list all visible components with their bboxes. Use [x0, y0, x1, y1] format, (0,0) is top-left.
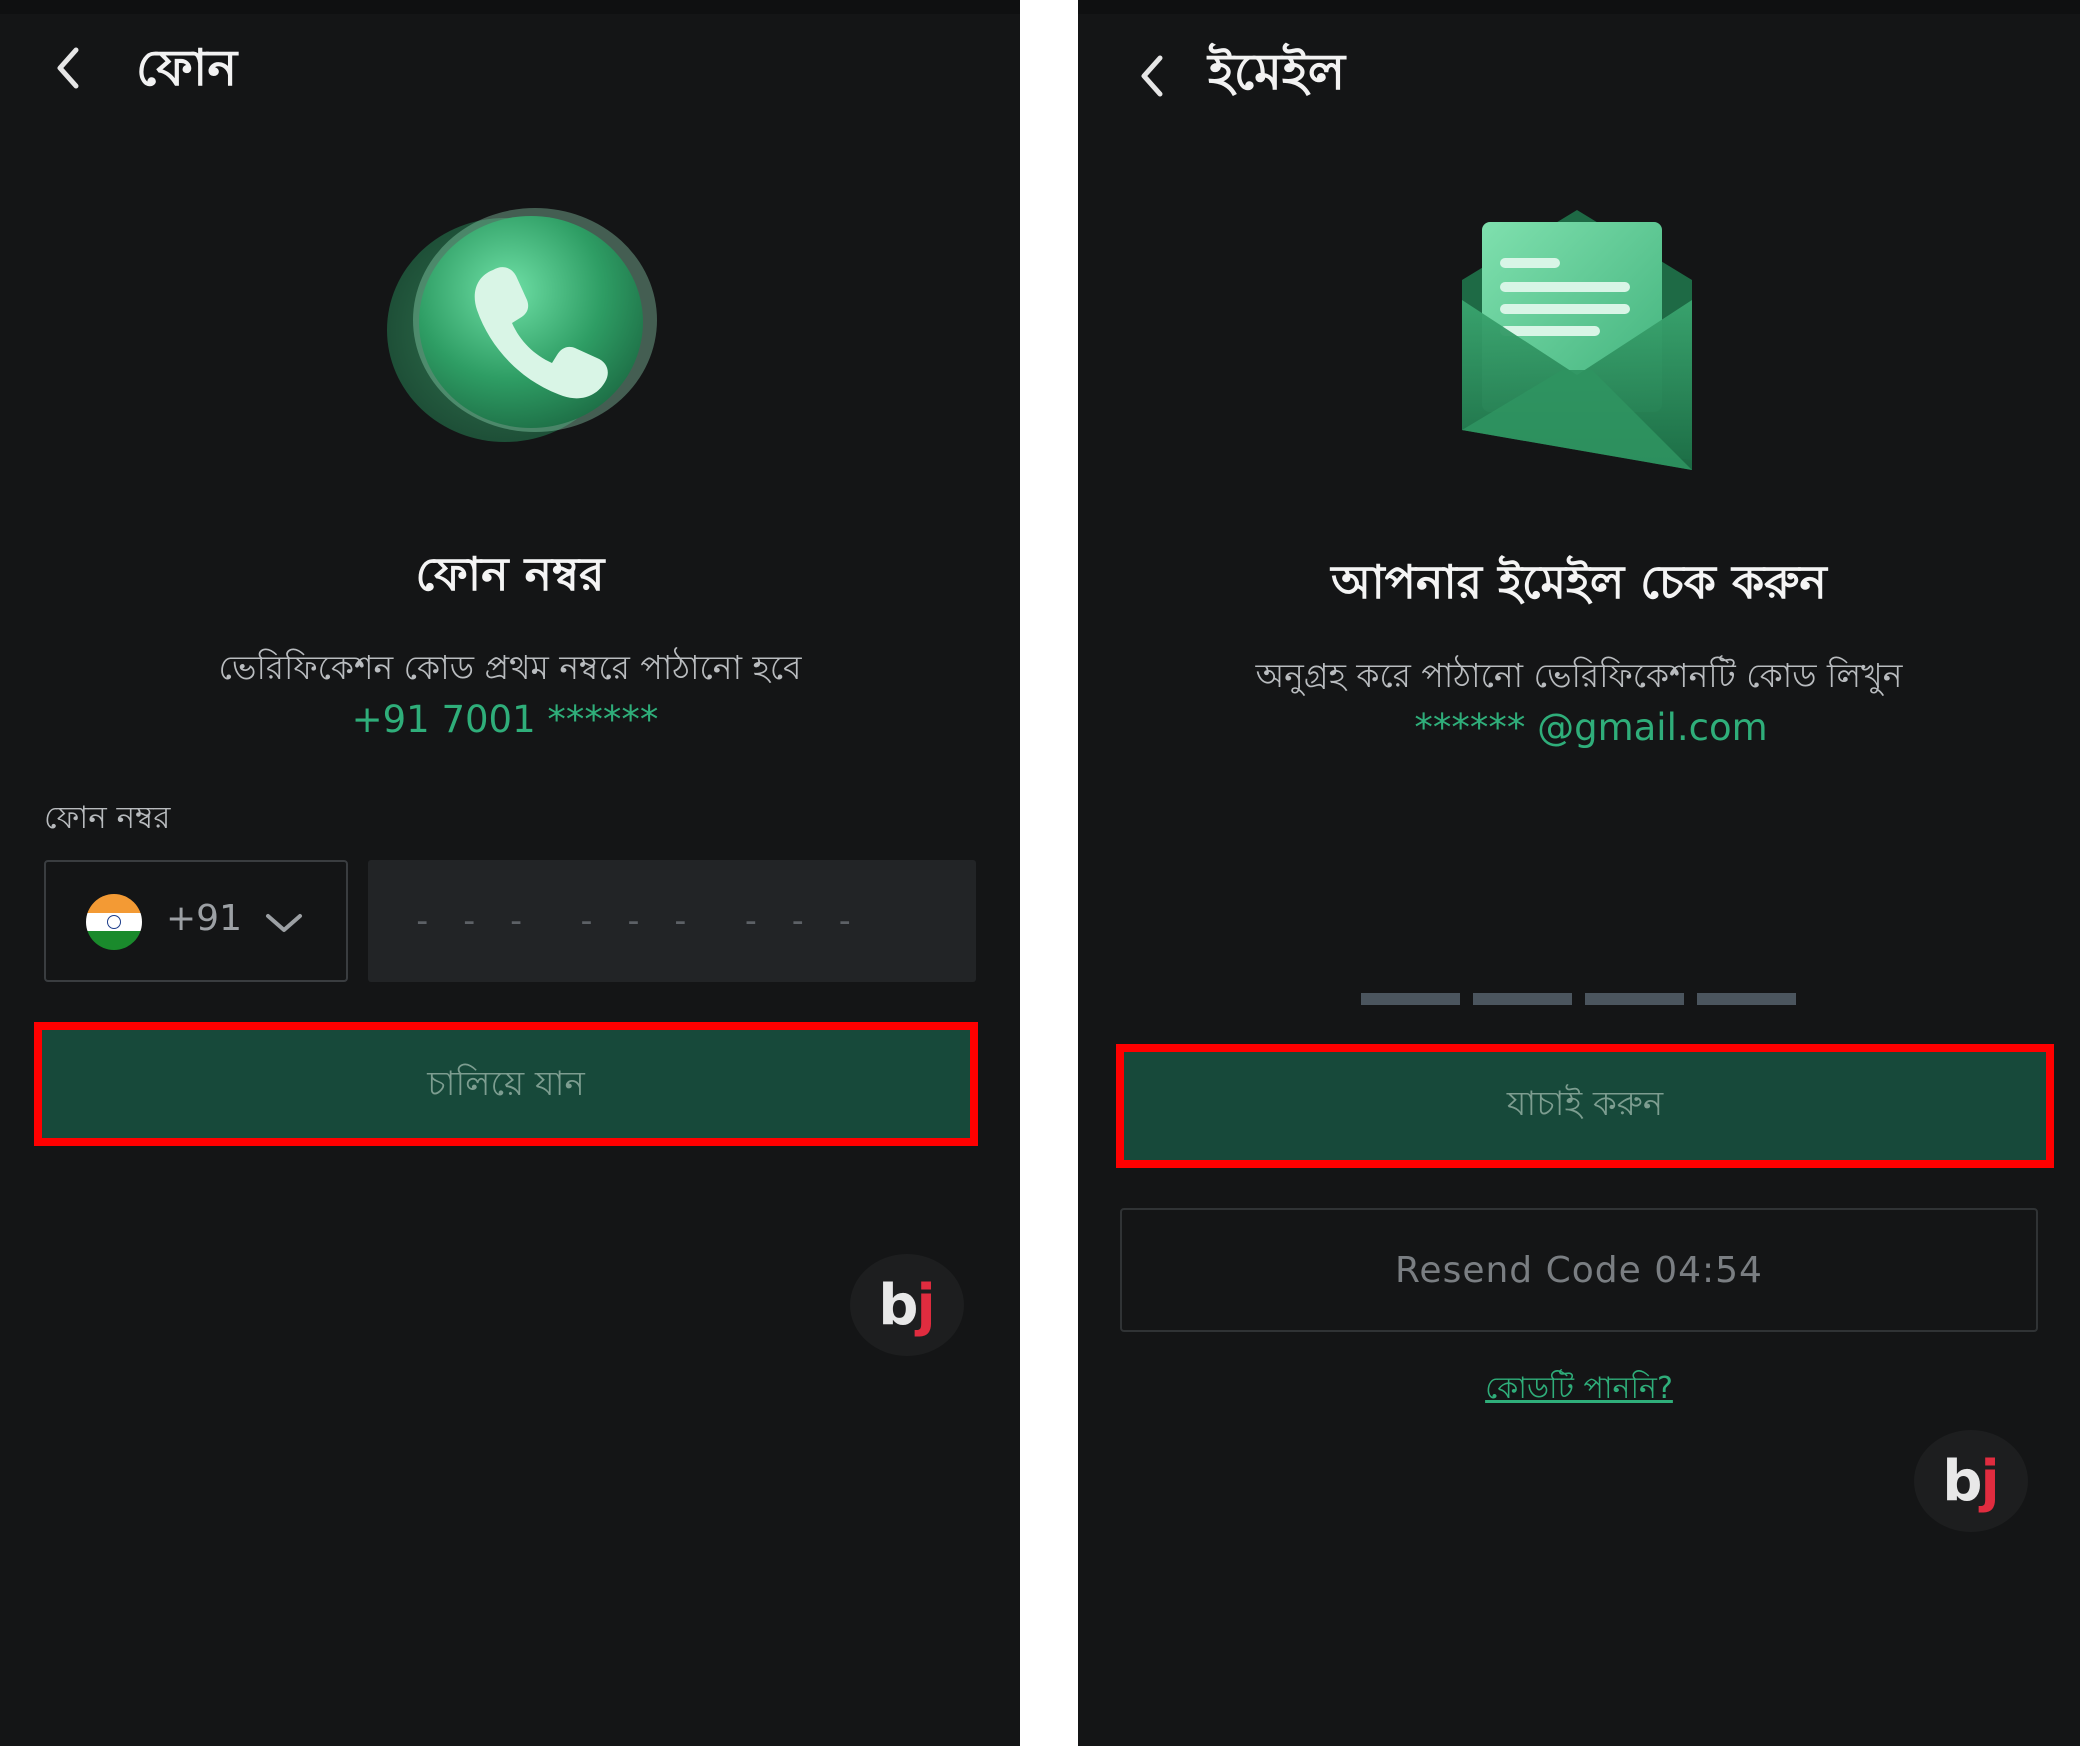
brand-logo[interactable]: bj — [850, 1254, 964, 1356]
masked-phone-number: +91 7001 ****** — [351, 698, 659, 741]
phone-number-input[interactable] — [368, 860, 976, 982]
status-strip — [1078, 0, 2080, 14]
masked-email: ****** @gmail.com — [1414, 706, 1768, 749]
country-code-select[interactable]: +91 — [44, 860, 348, 982]
otp-input-3[interactable] — [1585, 993, 1684, 1005]
back-button[interactable] — [1132, 46, 1172, 106]
chevron-left-icon — [1141, 55, 1163, 97]
chevron-down-icon — [266, 914, 302, 932]
continue-button[interactable]: চালিয়ে যান — [40, 1030, 972, 1142]
email-heading: আপনার ইমেইল চেক করুন — [1331, 555, 1827, 609]
resend-code-button[interactable]: Resend Code 04:54 — [1120, 1208, 2038, 1332]
phone-field-label: ফোন নম্বর — [44, 800, 171, 836]
page-title: ইমেইল — [1208, 43, 1346, 101]
otp-input-1[interactable] — [1361, 993, 1460, 1005]
phone-number-field[interactable] — [368, 860, 976, 982]
country-code-value: +91 — [166, 898, 242, 939]
email-description: অনুগ্রহ করে পাঠানো ভেরিফিকেশনটি কোড লিখু… — [1255, 656, 1903, 695]
phone-description: ভেরিফিকেশন কোড প্রথম নম্বরে পাঠানো হবে — [218, 648, 802, 687]
email-verification-screen: ইমেইল আপনার ইমেইল চেক করুন অনুগ্রহ করে প… — [1078, 0, 2080, 1746]
no-code-link[interactable]: কোডটি পাননি? — [1078, 1364, 2080, 1415]
status-strip — [0, 0, 1020, 14]
otp-input-2[interactable] — [1473, 993, 1572, 1005]
verify-button[interactable]: যাচাই করুন — [1124, 1052, 2046, 1160]
phone-heading: ফোন নম্বর — [415, 547, 605, 601]
india-flag-icon — [86, 894, 142, 950]
otp-input-4[interactable] — [1697, 993, 1796, 1005]
page-title: ফোন — [136, 39, 238, 97]
back-button[interactable] — [48, 38, 88, 98]
phone-icon — [385, 200, 665, 450]
phone-verification-screen: ফোন ফোন নম্বর ভেরিফিকেশন কোড প্রথম নম্বর… — [0, 0, 1020, 1746]
brand-logo[interactable]: bj — [1914, 1430, 2028, 1532]
chevron-left-icon — [57, 47, 79, 89]
envelope-icon — [1442, 200, 1712, 480]
